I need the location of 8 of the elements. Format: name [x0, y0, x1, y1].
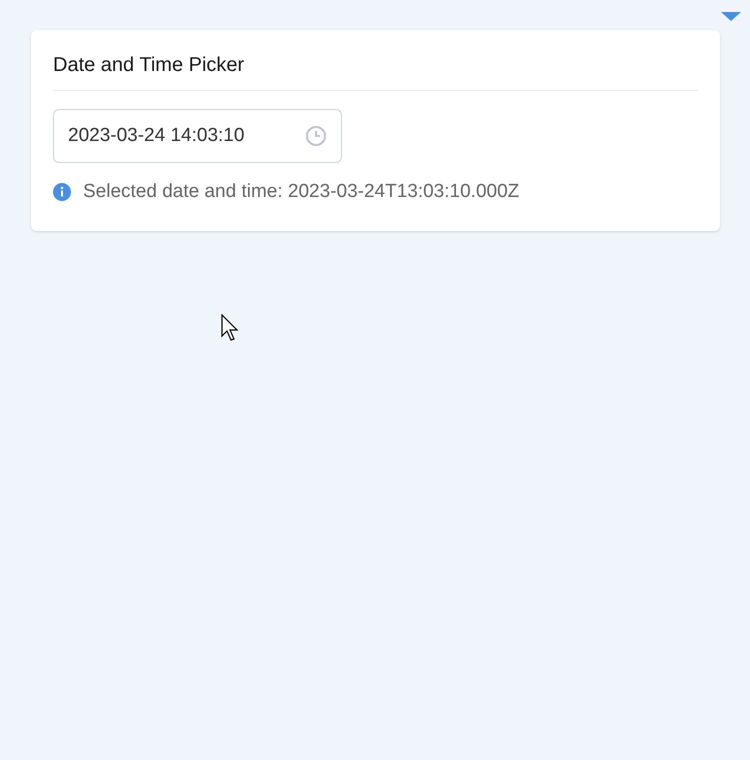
info-icon — [53, 183, 71, 202]
caret-down-icon[interactable] — [721, 12, 741, 22]
clock-icon[interactable] — [305, 125, 327, 147]
date-time-value: 2023-03-24 14:03:10 — [68, 124, 244, 148]
mouse-pointer-icon — [221, 314, 239, 342]
date-time-field[interactable]: 2023-03-24 14:03:10 — [53, 109, 342, 163]
card-title: Date and Time Picker — [53, 53, 246, 78]
selected-datetime-text: Selected date and time: 2023-03-24T13:03:10.000Z — [83, 180, 520, 204]
